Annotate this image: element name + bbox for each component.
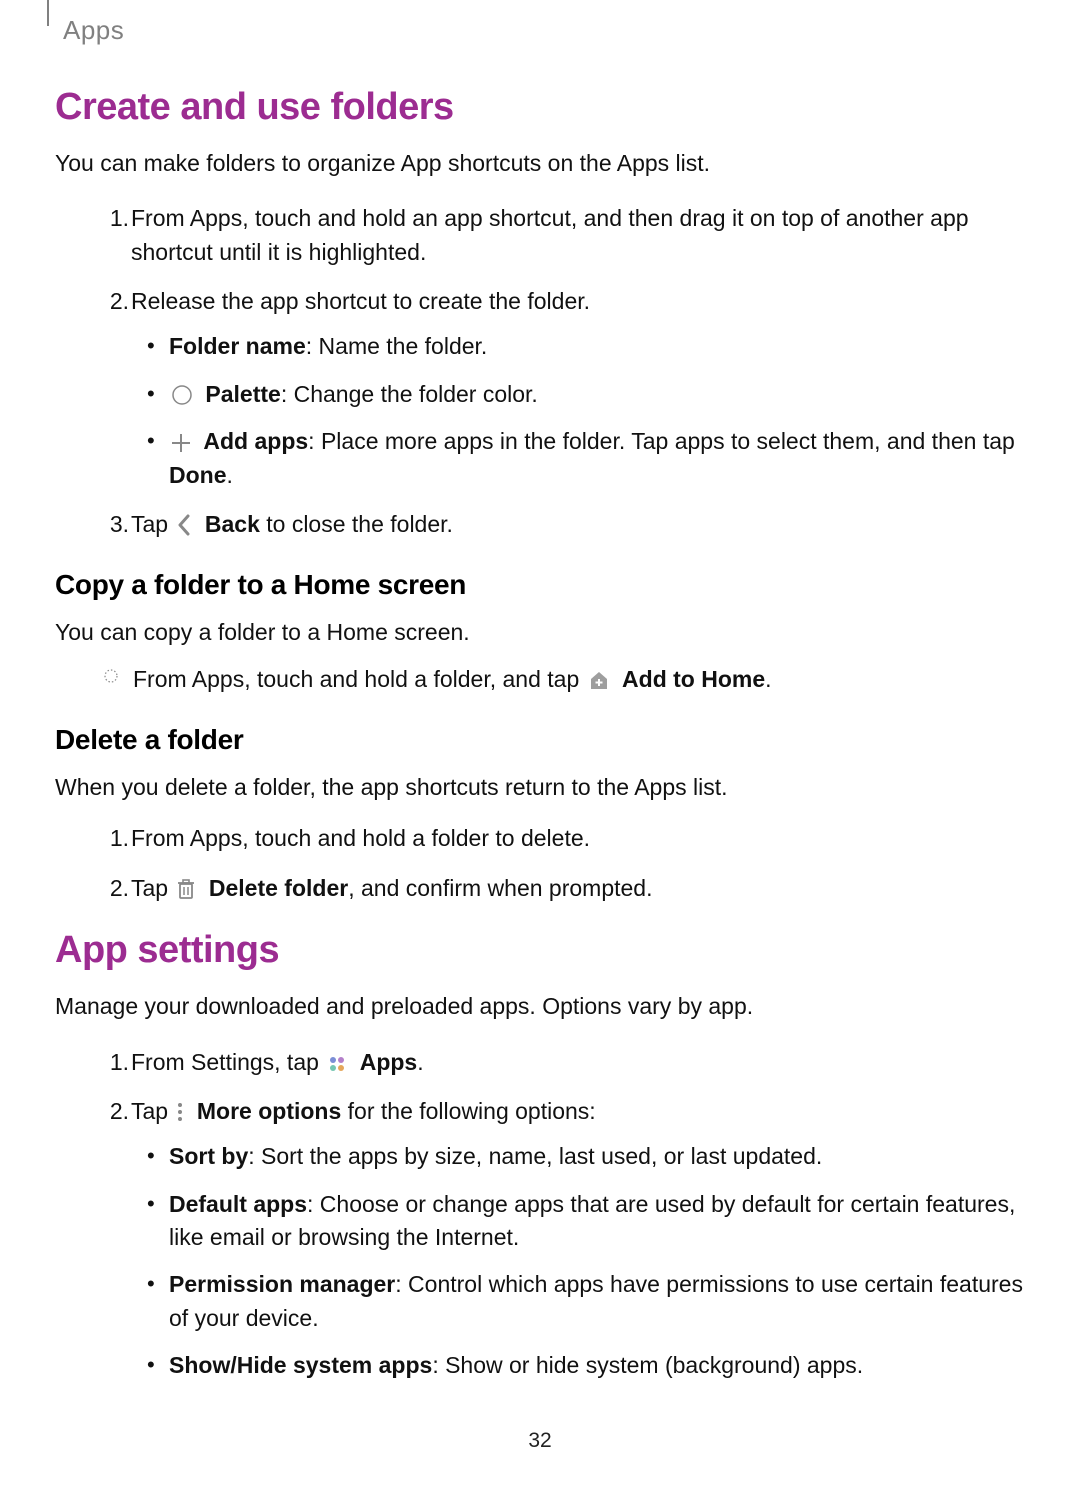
subheading-copy-folder: Copy a folder to a Home screen (55, 565, 1025, 606)
bullet-show-hide-system: Show/Hide system apps: Show or hide syst… (131, 1349, 1025, 1382)
step-text-b: , and confirm when prompted. (348, 875, 652, 901)
step-number: 3. (103, 508, 129, 541)
add-to-home-icon (588, 669, 610, 691)
app-settings-steps: 1. From Settings, tap Apps. 2. Tap (55, 1046, 1025, 1383)
step-text: From Apps, touch and hold a folder to de… (131, 825, 590, 851)
bullet-rest: : Show or hide system (background) apps. (432, 1352, 863, 1378)
delete-folder-label: Delete folder (209, 875, 348, 901)
period: . (417, 1049, 423, 1075)
bullet-rest: : Name the folder. (306, 333, 488, 359)
bullet-label: Show/Hide system apps (169, 1352, 432, 1378)
breadcrumb-tick (47, 0, 49, 26)
apps-grid-icon (327, 1054, 347, 1074)
breadcrumb: Apps (55, 0, 1025, 55)
add-home-label: Add to Home (622, 666, 765, 692)
step-text-a: Tap (131, 511, 174, 537)
copy-folder-instruction: From Apps, touch and hold a folder, and … (55, 663, 1025, 696)
step-number: 1. (103, 1046, 129, 1079)
folders-intro: You can make folders to organize App sho… (55, 147, 1025, 180)
hollow-bullet-icon (103, 668, 119, 684)
step-number: 1. (103, 822, 129, 855)
step-text: From Apps, touch and hold an app shortcu… (131, 205, 969, 264)
folders-step-2-bullets: Folder name: Name the folder. Palette: C… (131, 330, 1025, 491)
bullet-default-apps: Default apps: Choose or change apps that… (131, 1188, 1025, 1255)
step-text: Release the app shortcut to create the f… (131, 288, 590, 314)
step-text-b: for the following options: (341, 1098, 595, 1124)
bullet-permission-manager: Permission manager: Control which apps h… (131, 1268, 1025, 1335)
breadcrumb-label: Apps (63, 12, 124, 50)
period: . (227, 462, 233, 488)
bullet-label: Sort by (169, 1143, 248, 1169)
subheading-delete-folder: Delete a folder (55, 720, 1025, 761)
folders-step-3: 3. Tap Back to close the folder. (55, 508, 1025, 541)
bullet-label: Palette (205, 381, 280, 407)
back-label: Back (205, 511, 260, 537)
manual-page: Apps Create and use folders You can make… (0, 0, 1080, 1497)
bullet-label: Permission manager (169, 1271, 395, 1297)
step-text-a: From Settings, tap (131, 1049, 325, 1075)
step-number: 1. (103, 202, 129, 235)
bullet-rest: : Change the folder color. (281, 381, 538, 407)
delete-folder-intro: When you delete a folder, the app shortc… (55, 771, 1025, 804)
apps-label: Apps (360, 1049, 418, 1075)
delete-step-1: 1. From Apps, touch and hold a folder to… (55, 822, 1025, 855)
step-number: 2. (103, 872, 129, 905)
page-number: 32 (55, 1426, 1025, 1456)
section-title-app-settings: App settings (55, 923, 1025, 978)
step-text-a: Tap (131, 1098, 174, 1124)
more-options-icon (176, 1101, 184, 1123)
bullet-label: Folder name (169, 333, 306, 359)
bullet-rest: : Place more apps in the folder. Tap app… (308, 428, 1015, 454)
done-label: Done (169, 462, 227, 488)
period: . (765, 666, 771, 692)
step-number: 2. (103, 285, 129, 318)
folders-step-1: 1. From Apps, touch and hold an app shor… (55, 202, 1025, 269)
more-options-label: More options (197, 1098, 341, 1124)
app-settings-bullets: Sort by: Sort the apps by size, name, la… (131, 1140, 1025, 1382)
bullet-label: Default apps (169, 1191, 307, 1217)
delete-step-2: 2. Tap Delete folder, and confirm when p… (55, 872, 1025, 905)
palette-icon (171, 384, 193, 406)
bullet-add-apps: Add apps: Place more apps in the folder.… (131, 425, 1025, 492)
app-settings-step-2: 2. Tap More options for the following op… (55, 1095, 1025, 1382)
delete-steps: 1. From Apps, touch and hold a folder to… (55, 822, 1025, 905)
step-text-a: Tap (131, 875, 174, 901)
app-settings-intro: Manage your downloaded and preloaded app… (55, 990, 1025, 1023)
bullet-palette: Palette: Change the folder color. (131, 378, 1025, 411)
section-title-folders: Create and use folders (55, 80, 1025, 135)
copy-folder-intro: You can copy a folder to a Home screen. (55, 616, 1025, 649)
app-settings-step-1: 1. From Settings, tap Apps. (55, 1046, 1025, 1079)
bullet-rest: : Sort the apps by size, name, last used… (248, 1143, 822, 1169)
bullet-label: Add apps (203, 428, 308, 454)
folders-step-2: 2. Release the app shortcut to create th… (55, 285, 1025, 492)
step-number: 2. (103, 1095, 129, 1128)
bullet-folder-name: Folder name: Name the folder. (131, 330, 1025, 363)
back-chevron-icon (176, 514, 192, 536)
copy-text-a: From Apps, touch and hold a folder, and … (133, 666, 586, 692)
trash-icon (176, 878, 196, 900)
folders-steps: 1. From Apps, touch and hold an app shor… (55, 202, 1025, 541)
step-text-b: to close the folder. (260, 511, 453, 537)
bullet-sort-by: Sort by: Sort the apps by size, name, la… (131, 1140, 1025, 1173)
plus-icon (171, 433, 191, 453)
